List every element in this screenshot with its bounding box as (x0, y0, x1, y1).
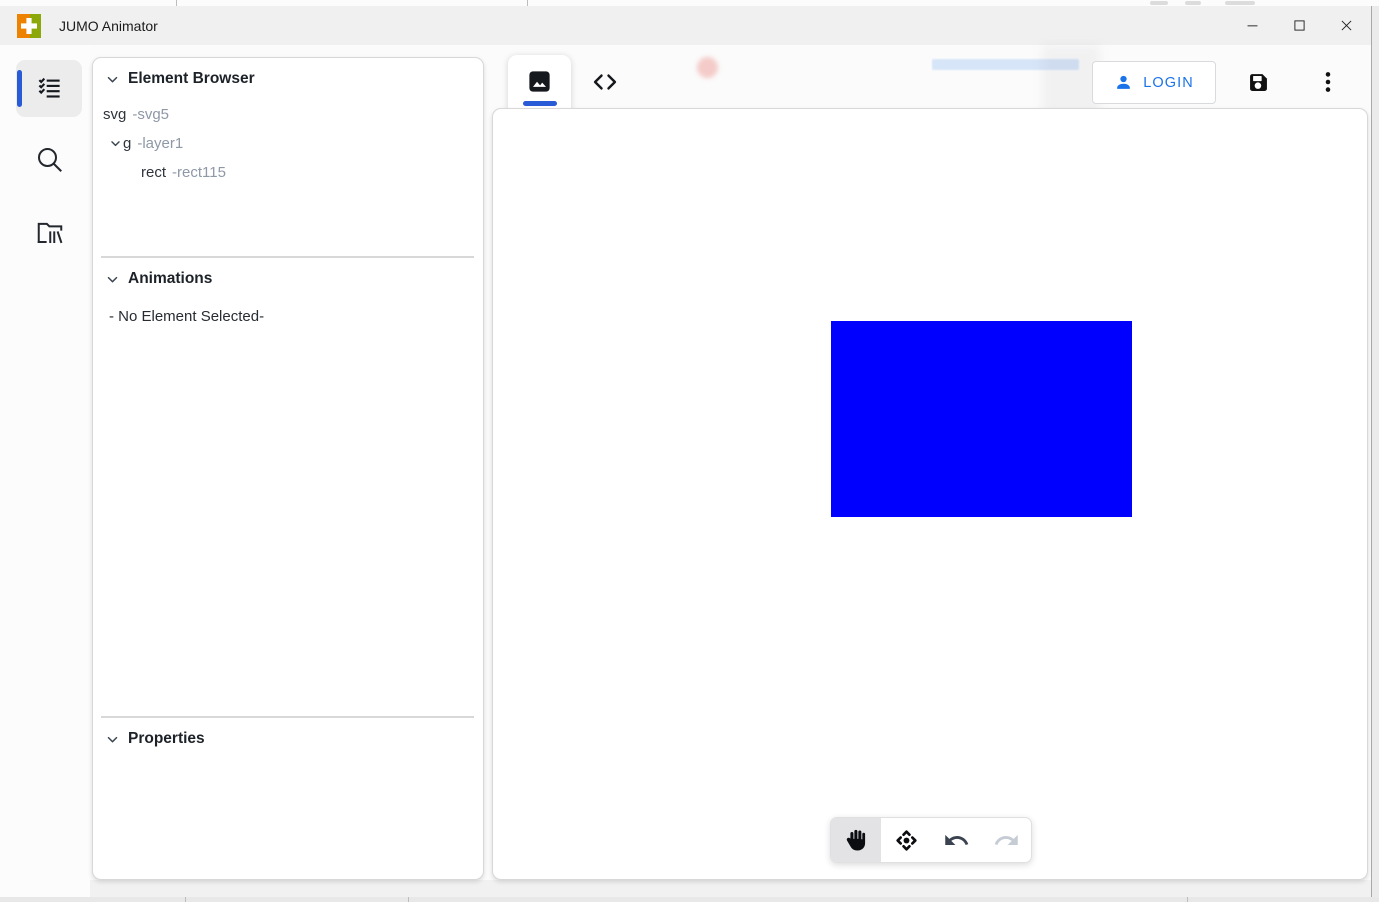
window-title: JUMO Animator (59, 17, 158, 34)
no-element-selected-text: - No Element Selected- (109, 308, 265, 325)
pan-tool-button[interactable] (831, 818, 881, 862)
properties-header[interactable]: Properties (105, 730, 205, 748)
background-artifact (697, 57, 718, 78)
minimize-button[interactable] (1229, 6, 1276, 45)
checklist-icon (38, 77, 60, 98)
code-icon (593, 74, 617, 90)
save-button[interactable] (1240, 64, 1276, 100)
undo-icon (944, 834, 968, 845)
login-label: LOGIN (1143, 74, 1194, 91)
divider (101, 256, 474, 258)
titlebar: JUMO Animator (0, 6, 1371, 45)
app-window: JUMO Animator Element Browser svg -svg5 … (0, 6, 1372, 897)
animations-title: Animations (128, 270, 213, 287)
screen: JUMO Animator Element Browser svg -svg5 … (0, 0, 1379, 902)
image-icon (529, 71, 550, 92)
tree-item-id: -rect115 (172, 164, 226, 181)
activity-item-search[interactable] (31, 141, 69, 179)
maximize-button[interactable] (1276, 6, 1323, 45)
background-page-strip (0, 897, 1379, 902)
activity-item-element-list[interactable] (16, 60, 82, 117)
properties-title: Properties (128, 730, 205, 747)
hand-icon (846, 829, 866, 851)
tree-item-svg[interactable]: svg -svg5 (93, 100, 483, 129)
chevron-down-icon (109, 137, 122, 150)
element-browser-header[interactable]: Element Browser (105, 70, 255, 88)
canvas-toolbar (830, 817, 1032, 863)
background-page-strip (1372, 6, 1379, 897)
redo-button[interactable] (981, 818, 1031, 862)
background-blob (1185, 1, 1201, 5)
activity-bar (0, 45, 90, 897)
tree-item-tag: g (123, 135, 132, 152)
redo-icon (994, 834, 1018, 845)
tree-item-tag: svg (103, 106, 127, 123)
divider (101, 716, 474, 718)
tree-item-g[interactable]: g -layer1 (93, 129, 483, 158)
tab-code-view[interactable] (584, 61, 626, 103)
search-icon (37, 147, 62, 172)
person-icon (1117, 75, 1131, 89)
active-tab-indicator (522, 101, 557, 106)
undo-button[interactable] (931, 818, 981, 862)
background-blob (1150, 1, 1168, 5)
tree-item-id: -layer1 (137, 135, 184, 152)
background-line (1187, 897, 1188, 902)
background-artifact (932, 59, 1079, 70)
move-icon (895, 829, 917, 851)
background-line (185, 897, 186, 902)
element-browser-title: Element Browser (128, 70, 255, 87)
chevron-down-icon (107, 736, 118, 742)
maximize-icon (1294, 20, 1305, 31)
jumo-plus-logo (17, 13, 41, 38)
save-icon (1249, 73, 1267, 91)
more-options-button[interactable] (1310, 64, 1346, 100)
tab-design-view[interactable] (508, 55, 571, 112)
canvas-panel[interactable] (492, 108, 1368, 880)
minimize-icon (1247, 25, 1258, 27)
tree-item-id: -svg5 (132, 106, 170, 123)
tree-item-rect[interactable]: rect -rect115 (93, 158, 483, 187)
kebab-menu-icon (1325, 72, 1331, 92)
login-button[interactable]: LOGIN (1092, 61, 1216, 104)
chevron-down-icon (107, 76, 118, 82)
tree-item-tag: rect (141, 164, 167, 181)
chevron-down-icon (107, 276, 118, 282)
window-controls (1229, 6, 1370, 45)
library-icon (37, 222, 63, 244)
svg-rect-element[interactable] (831, 321, 1132, 517)
app-content: Element Browser svg -svg5 g -layer1 rect… (0, 45, 1371, 897)
move-tool-button[interactable] (881, 818, 931, 862)
active-indicator (17, 70, 22, 107)
background-blob (1225, 1, 1255, 5)
element-tree: svg -svg5 g -layer1 rect -rect115 (93, 100, 483, 187)
animations-header[interactable]: Animations (105, 270, 212, 288)
side-panel: Element Browser svg -svg5 g -layer1 rect… (92, 57, 484, 880)
close-icon (1341, 20, 1352, 31)
activity-item-file-library[interactable] (31, 213, 69, 251)
close-button[interactable] (1323, 6, 1370, 45)
background-line (408, 897, 409, 902)
content-bottom-strip (0, 880, 1371, 897)
